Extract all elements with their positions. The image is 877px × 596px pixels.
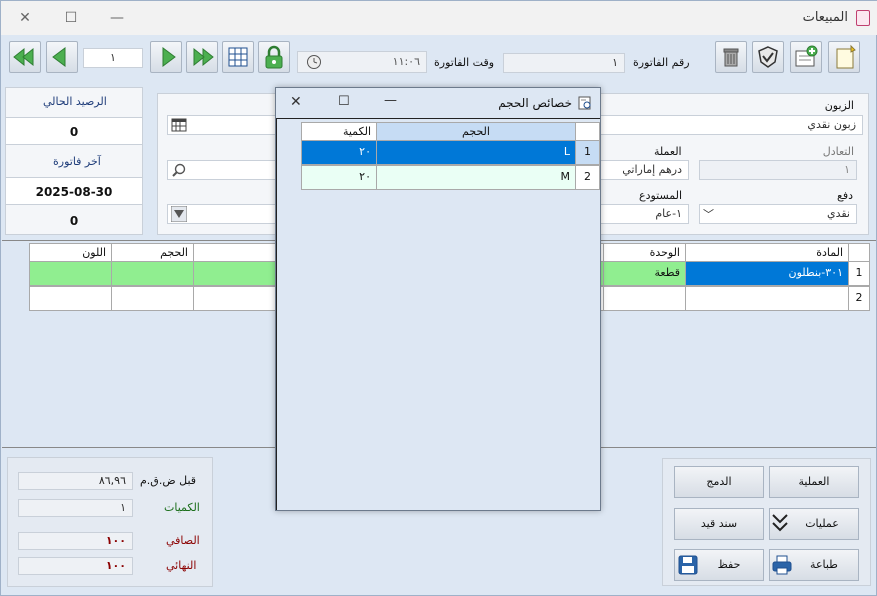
merge-button[interactable]: الدمج (674, 466, 764, 498)
col-header-item[interactable]: المادة (685, 243, 849, 262)
payment-select[interactable]: نقدي (699, 204, 857, 224)
dialog-row-quantity-cell[interactable]: ٢٠ (301, 165, 377, 190)
quantities-value: ١ (18, 499, 133, 517)
maximize-icon[interactable]: ☐ (62, 9, 80, 27)
dialog-close-icon[interactable]: ✕ (290, 94, 302, 110)
row-index-1[interactable]: 1 (848, 261, 870, 286)
search-icon[interactable] (171, 162, 187, 178)
close-icon[interactable]: ✕ (16, 9, 34, 27)
calendar-icon[interactable] (171, 117, 187, 133)
size-properties-dialog: ✕ ☐ — خصائص الحجم الحجم الكمية L ٢٠ 1 M … (275, 87, 601, 511)
dialog-minimize-icon[interactable]: — (384, 93, 397, 108)
warehouse-label: المستودع (639, 189, 683, 202)
dialog-row-quantity-cell[interactable]: ٢٠ (301, 140, 377, 165)
dialog-row-size-cell[interactable]: L (376, 140, 576, 165)
exchange-rate-label: التعادل (822, 145, 854, 158)
entry-voucher-button[interactable]: سند قيد (674, 508, 764, 540)
payment-label: دفع (837, 189, 854, 202)
col-header-size[interactable]: الحجم (111, 243, 194, 262)
dialog-title-bar: ✕ ☐ — خصائص الحجم (276, 88, 600, 118)
row-index-2[interactable]: 2 (848, 286, 870, 311)
new-document-button[interactable] (828, 41, 860, 73)
previous-record-button[interactable] (46, 41, 78, 73)
row-header-corner (848, 243, 870, 262)
table-row-unit-cell[interactable] (603, 286, 686, 311)
record-number-input[interactable]: ١ (83, 48, 143, 68)
current-balance-label: الرصيد الحالي (43, 95, 107, 108)
table-row-size-cell[interactable] (111, 261, 194, 286)
table-row-color-cell[interactable] (29, 261, 112, 286)
current-balance-value: 0 (6, 117, 142, 145)
dialog-col-header-size[interactable]: الحجم (376, 122, 576, 141)
sales-window: ✕ ☐ — المبيعات ١ ١١:٠٦ وقت الفاتورة ١ رق… (0, 0, 877, 596)
double-arrow-right-icon (193, 47, 214, 67)
arrow-right-icon (162, 47, 176, 67)
dialog-row-size-cell[interactable]: M (376, 165, 576, 190)
shield-check-icon (758, 46, 778, 68)
grid-icon (228, 47, 248, 67)
add-record-button[interactable] (790, 41, 822, 73)
new-page-icon (836, 44, 856, 69)
title-bar: ✕ ☐ — المبيعات (1, 1, 877, 35)
chevron-down-icon[interactable]: ﹀ (703, 206, 714, 222)
dialog-col-header-quantity[interactable]: الكمية (301, 122, 377, 141)
before-tax-label: قبل ض.ق.م (140, 474, 197, 487)
table-row-item-cell[interactable] (685, 286, 849, 311)
lock-icon (265, 45, 283, 69)
customer-label: الزبون (824, 99, 854, 112)
table-row-color-cell[interactable] (29, 286, 112, 311)
dialog-row-header-corner (575, 122, 600, 141)
col-header-color[interactable]: اللون (29, 243, 112, 262)
dialog-app-icon (578, 96, 591, 110)
double-arrow-left-icon (13, 47, 34, 67)
operation-button[interactable]: العملية (769, 466, 859, 498)
invoice-number-label: رقم الفاتورة (633, 56, 690, 69)
next-record-button[interactable] (150, 41, 182, 73)
invoice-time-field[interactable]: ١١:٠٦ (297, 51, 427, 73)
trash-icon (723, 48, 739, 67)
net-label: الصافي (166, 534, 200, 547)
floppy-disk-icon (678, 555, 698, 575)
before-tax-value: ٨٦,٩٦ (18, 472, 133, 490)
dialog-title: خصائص الحجم (498, 96, 572, 110)
table-row-size-cell[interactable] (111, 286, 194, 311)
app-icon (856, 10, 870, 26)
arrow-left-icon (52, 47, 66, 67)
dialog-row-index-1[interactable]: 1 (575, 140, 600, 165)
lock-button[interactable] (258, 41, 290, 73)
currency-label: العملة (654, 145, 682, 158)
last-invoice-label: آخر فاتورة (53, 155, 101, 168)
dropdown-triangle-icon[interactable] (171, 206, 187, 222)
operations-label: عمليات (805, 517, 839, 530)
invoice-time-label: وقت الفاتورة (434, 56, 495, 69)
final-value: ١٠٠ (18, 557, 133, 575)
table-row-unit-cell[interactable]: قطعة (603, 261, 686, 286)
approve-button[interactable] (752, 41, 784, 73)
window-title: المبيعات (802, 10, 848, 25)
save-label: حفظ (717, 558, 741, 571)
last-invoice-date: 2025-08-30 (6, 177, 142, 205)
final-label: النهائي (166, 559, 197, 572)
first-record-button[interactable] (9, 41, 41, 73)
net-value: ١٠٠ (18, 532, 133, 550)
last-record-button[interactable] (186, 41, 218, 73)
invoice-number-field[interactable]: ١ (503, 53, 625, 73)
delete-button[interactable] (715, 41, 747, 73)
quantities-label: الكميات (164, 501, 200, 514)
col-header-unit[interactable]: الوحدة (603, 243, 686, 262)
grid-view-button[interactable] (222, 41, 254, 73)
table-row-item-cell[interactable]: ٣٠١-بنطلون (685, 261, 849, 286)
double-chevron-down-icon (772, 514, 788, 532)
printer-icon (772, 555, 792, 575)
print-label: طباعة (810, 558, 838, 571)
last-invoice-value: 0 (69, 214, 79, 228)
exchange-rate-input[interactable]: ١ (699, 160, 857, 180)
add-document-icon (795, 45, 818, 67)
dialog-maximize-icon[interactable]: ☐ (338, 94, 350, 109)
dialog-row-index-2[interactable]: 2 (575, 165, 600, 190)
invoice-time-value: ١١:٠٦ (392, 55, 420, 68)
minimize-icon[interactable]: — (108, 9, 126, 27)
clock-icon (307, 55, 321, 69)
